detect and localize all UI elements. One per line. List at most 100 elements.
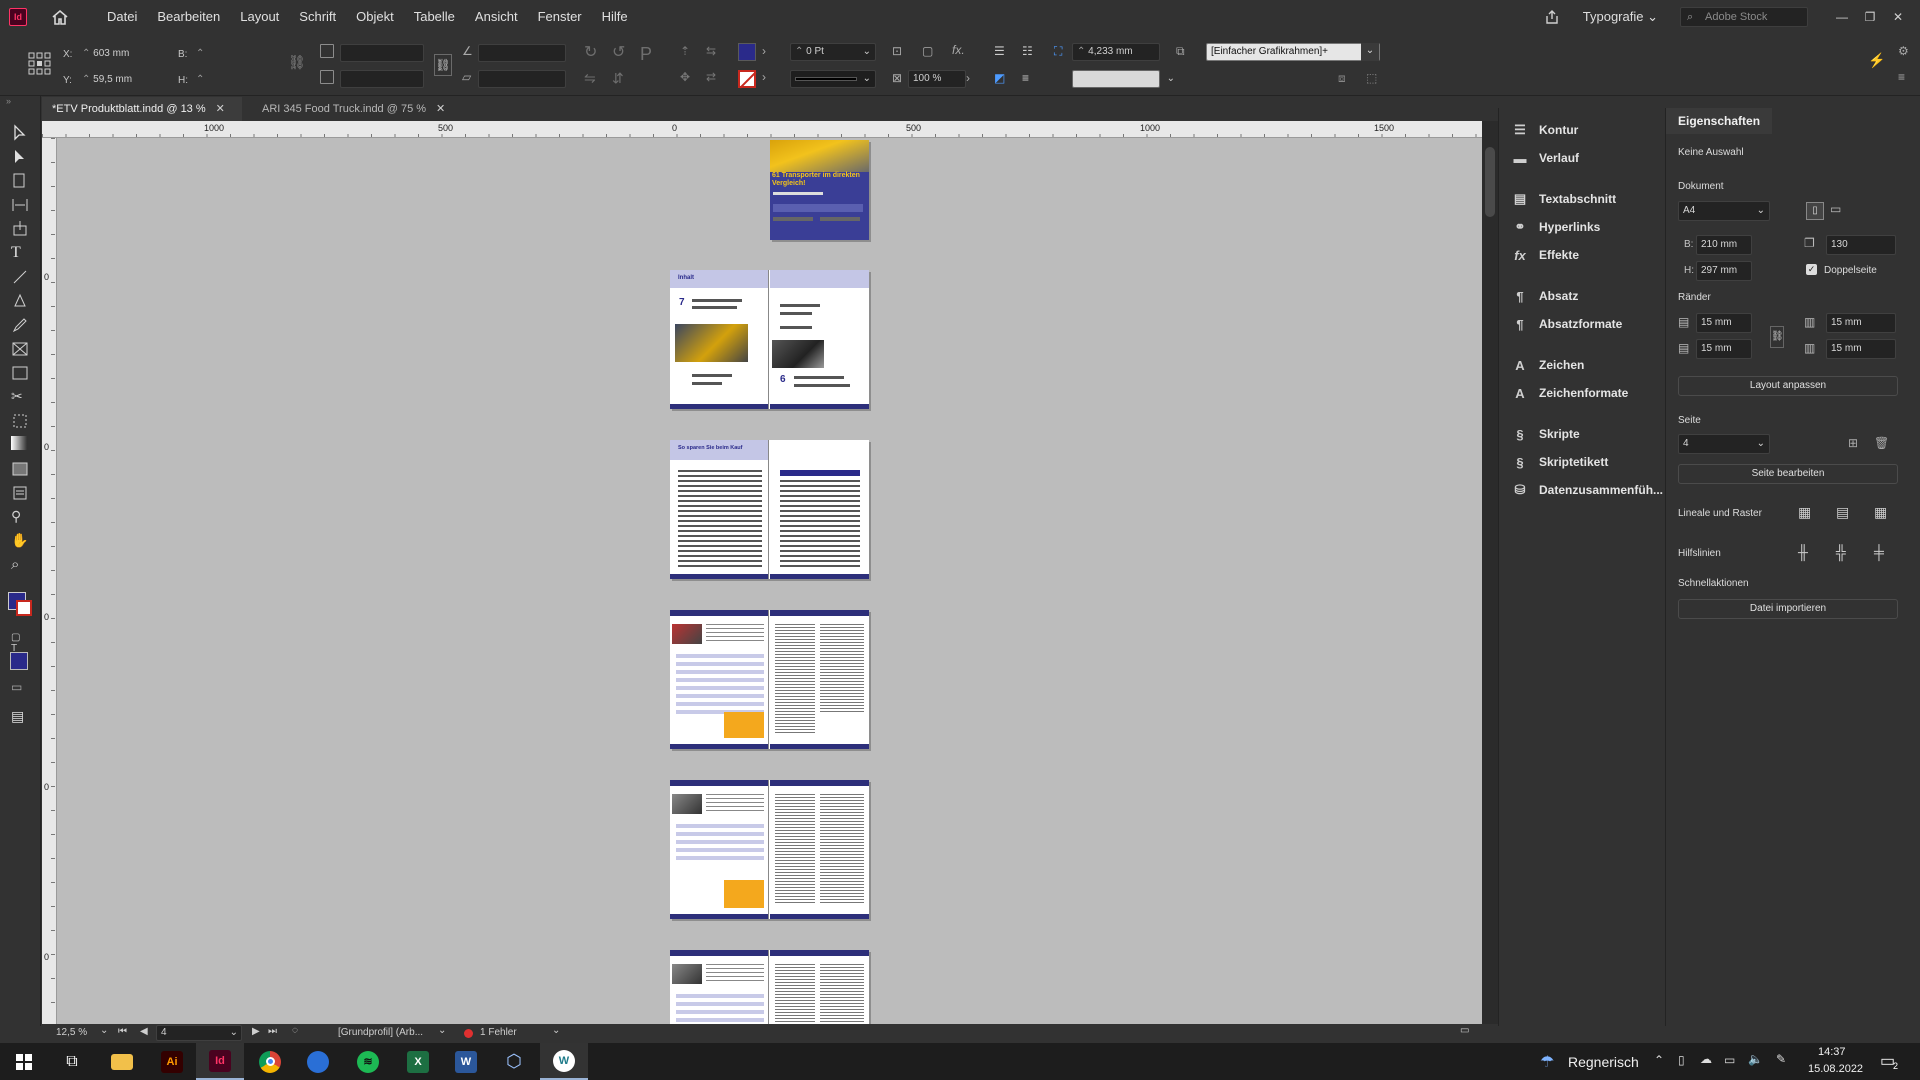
direct-selection-tool-icon[interactable]: [11, 148, 29, 166]
add-page-icon[interactable]: ⊞: [1848, 436, 1858, 450]
object-style-select[interactable]: [Einfacher Grafikrahmen]+ ⌄: [1206, 43, 1380, 61]
portrait-orientation-icon[interactable]: ▯: [1806, 202, 1824, 220]
fit-frame-icon[interactable]: ⊡: [892, 44, 902, 58]
align-center-icon[interactable]: ≡: [1022, 71, 1029, 85]
constrain-proportions-icon[interactable]: ⛓: [288, 54, 306, 71]
delete-page-icon[interactable]: 🗑: [1874, 436, 1889, 450]
scissors-tool-icon[interactable]: ✂: [11, 388, 29, 406]
menu-tabelle[interactable]: Tabelle: [404, 0, 465, 34]
panel-toggle-icon[interactable]: ▭: [1460, 1025, 1469, 1036]
flip-vertical-icon[interactable]: ⇵: [612, 70, 624, 87]
page-select[interactable]: 4 ⌄: [1678, 434, 1770, 454]
page-width-field[interactable]: 210 mm: [1696, 235, 1752, 255]
pen-tool-icon[interactable]: [11, 292, 29, 310]
task-view-icon[interactable]: ⧉: [48, 1043, 96, 1080]
select-previous-icon[interactable]: ✥: [680, 70, 690, 84]
close-tab-icon[interactable]: ✕: [216, 103, 225, 115]
height-field[interactable]: ⌃: [192, 72, 278, 90]
pen-icon[interactable]: ✎: [1776, 1052, 1786, 1066]
stroke-color-swatch[interactable]: [738, 70, 757, 89]
chrome-icon[interactable]: [246, 1043, 294, 1080]
frame-fitting-icon[interactable]: ⧉: [1176, 44, 1185, 59]
thunderbird-icon[interactable]: [294, 1043, 342, 1080]
show-guides-icon[interactable]: ╫: [1798, 544, 1808, 560]
adjust-layout-button[interactable]: Layout anpassen: [1678, 376, 1898, 396]
menu-datei[interactable]: Datei: [97, 0, 147, 34]
vertical-scrollbar[interactable]: [1482, 121, 1498, 1024]
baseline-grid-icon[interactable]: ▤: [1836, 504, 1849, 521]
apply-color-icon[interactable]: [10, 652, 28, 670]
restore-icon[interactable]: ❐: [1856, 10, 1884, 24]
spread-partial[interactable]: [670, 950, 869, 1024]
first-page-icon[interactable]: ⏮: [118, 1026, 127, 1037]
menu-schrift[interactable]: Schrift: [289, 0, 346, 34]
vertical-ruler[interactable]: 0 0 0 0 0: [42, 138, 57, 1024]
panel-skriptetikett[interactable]: § Skriptetikett: [1511, 451, 1608, 473]
spread-van-comparison[interactable]: [670, 780, 869, 919]
stroke-weight-field[interactable]: ⌃ 0 Pt ⌄: [790, 43, 876, 61]
eyedropper-tool-icon[interactable]: ⚲: [11, 508, 29, 526]
panel-absatzformate[interactable]: ¶ Absatzformate: [1511, 313, 1622, 335]
next-page-icon[interactable]: ▶: [252, 1026, 260, 1037]
rotation-angle-field[interactable]: [478, 44, 566, 62]
drop-shadow-icon[interactable]: ◩: [994, 71, 1005, 85]
facing-pages-checkbox[interactable]: ✓: [1806, 264, 1817, 275]
edit-page-button[interactable]: Seite bearbeiten: [1678, 464, 1898, 484]
zoom-dropdown-icon[interactable]: ⌄: [100, 1025, 108, 1036]
content-placeholder-icon[interactable]: ⧈: [1338, 71, 1346, 86]
page-height-field[interactable]: 297 mm: [1696, 261, 1752, 281]
shear-angle-field[interactable]: [478, 70, 566, 88]
select-content-icon[interactable]: ⇆: [706, 44, 716, 58]
network-icon[interactable]: ▭: [1724, 1053, 1735, 1067]
workspace-switcher[interactable]: Typografie ⌄: [1583, 9, 1658, 25]
stroke-type-select[interactable]: ⌄: [790, 70, 876, 88]
close-icon[interactable]: ✕: [1884, 10, 1912, 24]
import-file-button[interactable]: Datei importieren: [1678, 599, 1898, 619]
close-tab-icon[interactable]: ✕: [436, 103, 445, 115]
x-position-field[interactable]: ⌃ 603 mm: [78, 46, 164, 64]
panel-effekte[interactable]: fx Effekte: [1511, 244, 1579, 266]
settings-icon[interactable]: ⚙: [1898, 44, 1909, 58]
tab-eigenschaften[interactable]: Eigenschaften: [1666, 108, 1773, 134]
home-icon[interactable]: [51, 9, 69, 25]
spread-food-truck[interactable]: [670, 610, 869, 749]
volume-icon[interactable]: 🔈: [1748, 1052, 1763, 1066]
free-transform-tool-icon[interactable]: [11, 412, 29, 430]
profile-dropdown-icon[interactable]: ⌄: [438, 1025, 446, 1036]
panel-verlauf[interactable]: ▬ Verlauf: [1511, 147, 1580, 169]
grid-placeholder-icon[interactable]: ⬚: [1366, 71, 1377, 85]
chevron-up-icon[interactable]: ⌃: [1654, 1053, 1664, 1067]
scale-x-field[interactable]: [340, 44, 424, 62]
scale-x-icon[interactable]: [320, 44, 334, 58]
windows-start-icon[interactable]: [0, 1043, 48, 1080]
note-tool-icon[interactable]: [11, 484, 29, 502]
ruler-icon[interactable]: ▦: [1798, 504, 1811, 521]
view-mode-icon[interactable]: ▤: [11, 708, 29, 726]
weather-status[interactable]: Regnerisch: [1568, 1054, 1639, 1070]
width-field[interactable]: ⌃: [192, 46, 278, 64]
effects-fx-icon[interactable]: fx.: [952, 43, 965, 57]
menu-objekt[interactable]: Objekt: [346, 0, 404, 34]
corner-shape-select[interactable]: ⌄: [1072, 70, 1175, 88]
link-margins-icon[interactable]: ⛓: [1770, 326, 1784, 348]
preflight-errors[interactable]: 1 Fehler: [480, 1027, 517, 1038]
clock-date[interactable]: 15.08.2022: [1808, 1063, 1863, 1075]
preflight-profile[interactable]: [Grundprofil] (Arb...: [338, 1027, 423, 1038]
opacity-menu-icon[interactable]: ›: [966, 71, 970, 85]
menu-ansicht[interactable]: Ansicht: [465, 0, 528, 34]
menu-bearbeiten[interactable]: Bearbeiten: [147, 0, 230, 34]
margin-bottom-field[interactable]: 15 mm: [1696, 339, 1752, 359]
smart-guides-icon[interactable]: ╪: [1874, 544, 1884, 560]
last-page-icon[interactable]: ⏭: [268, 1026, 277, 1037]
horizontal-ruler[interactable]: 1000 500 0 500 1000 1500: [42, 121, 1482, 138]
panel-zeichen[interactable]: A Zeichen: [1511, 354, 1584, 376]
content-collector-icon[interactable]: [11, 220, 29, 238]
panel-menu-icon[interactable]: ≡: [1898, 70, 1905, 84]
margin-top-field[interactable]: 15 mm: [1696, 313, 1752, 333]
previous-page-icon[interactable]: ◀: [140, 1026, 148, 1037]
auto-fit-icon[interactable]: ⛶: [1054, 44, 1062, 59]
gradient-feather-tool-icon[interactable]: [11, 460, 29, 478]
constrain-scale-icon[interactable]: ⛓: [434, 54, 452, 76]
select-container-icon[interactable]: ⇡: [680, 44, 690, 58]
line-tool-icon[interactable]: [11, 268, 29, 286]
